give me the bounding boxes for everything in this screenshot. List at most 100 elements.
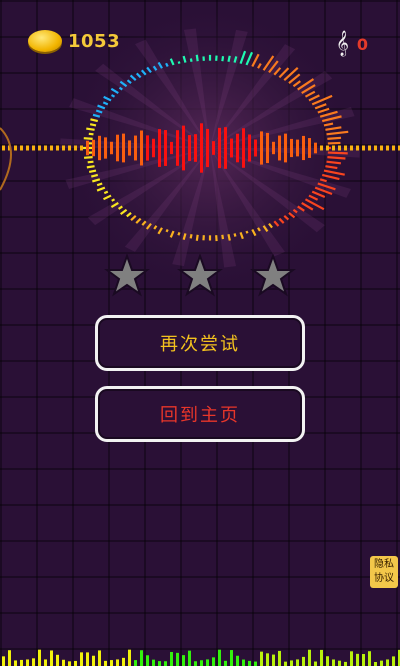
ring-bar (311, 190, 326, 199)
ring-bar (92, 178, 101, 183)
wave-bar (176, 130, 179, 166)
ring-bar (311, 94, 333, 106)
wave-bar (356, 145, 359, 151)
wave-bar (212, 141, 215, 155)
ring-bar (273, 67, 282, 76)
privacy-policy-button[interactable]: 隐私 协议 (370, 556, 398, 588)
bottom-wave-bar (248, 660, 251, 666)
light-ray (210, 29, 248, 148)
wave-bar (344, 145, 347, 151)
bottom-wave-bar (380, 660, 383, 666)
ring-bar (117, 205, 123, 210)
retry-button[interactable]: 再次尝试 (95, 315, 305, 371)
ring-bar (227, 55, 231, 62)
wave-bar (134, 135, 137, 161)
ring-bar (146, 66, 152, 74)
wave-bar (182, 125, 185, 171)
wave-bar (350, 145, 353, 151)
wave-bar (314, 142, 317, 154)
wave-bar (158, 129, 161, 167)
wave-bar (188, 135, 191, 161)
bottom-wave-bar (368, 651, 371, 666)
wave-bar (20, 145, 23, 151)
ring-bar (89, 123, 97, 127)
ring-bar (317, 107, 330, 114)
wave-bar (98, 135, 101, 161)
bottom-wave-bar (92, 655, 95, 666)
ring-bar (118, 86, 123, 91)
bottom-wave-bar (314, 661, 317, 666)
bottom-wave-bar (320, 649, 323, 666)
bottom-wave-bar (302, 656, 305, 666)
wave-bar (140, 130, 143, 166)
wave-bar (2, 145, 5, 151)
ring-bar (110, 94, 116, 98)
bottom-wave-bar (284, 661, 287, 666)
bottom-wave-bar (140, 650, 143, 666)
bottom-wave-bar (254, 661, 257, 666)
ring-bar (189, 234, 193, 239)
wave-bar (122, 133, 125, 163)
light-ray (210, 148, 325, 233)
ring-bar (304, 90, 316, 98)
bottom-wave-bar (44, 659, 47, 666)
ring-bar (221, 56, 225, 62)
light-ray (124, 148, 210, 252)
bottom-wave-bar (122, 657, 125, 666)
star-icon-3 (250, 254, 296, 297)
wave-bar (32, 145, 35, 151)
bottom-wave-bar (14, 660, 17, 666)
bottom-wave-bar (344, 661, 347, 666)
ring-bar (283, 215, 290, 221)
ring-bar (96, 186, 106, 192)
wave-bar (392, 145, 395, 151)
light-ray (210, 44, 296, 148)
home-button[interactable]: 回到主页 (95, 386, 305, 442)
visualizer-rays (60, 28, 360, 268)
ring-bar (319, 178, 327, 183)
privacy-label-line1: 隐私 (374, 559, 394, 570)
wave-bar (80, 145, 83, 151)
bottom-wave-bar (392, 656, 395, 666)
ring-bar (323, 122, 334, 127)
star-icon-1 (104, 254, 150, 297)
ring-bar (273, 220, 280, 227)
wave-bar (68, 145, 71, 151)
bottom-wave-bar (50, 650, 53, 666)
bottom-wave-bar (110, 660, 113, 666)
wave-bar (374, 145, 377, 151)
wave-bar (164, 130, 167, 166)
gold-coin-icon (28, 30, 62, 52)
wave-bar (254, 139, 257, 157)
light-ray (210, 70, 333, 148)
wave-bar (302, 135, 305, 161)
bottom-wave-bar (152, 659, 155, 666)
ring-bar (152, 65, 158, 71)
wave-bar (248, 134, 251, 162)
ring-bar (86, 165, 95, 169)
ring-bar (195, 54, 199, 62)
wave-bar (236, 133, 239, 163)
bottom-wave-bar (194, 661, 197, 666)
ring-bar (268, 222, 273, 229)
wave-bar (170, 141, 173, 155)
ring-bar (245, 230, 249, 234)
ring-bar (325, 126, 342, 131)
wave-bar (152, 138, 155, 158)
ring-bar (182, 233, 187, 241)
ring-bar (111, 198, 116, 202)
bottom-wave-bar (170, 651, 173, 666)
ring-bar (297, 205, 305, 212)
ring-bar (195, 234, 199, 241)
wave-bar (260, 131, 263, 165)
ring-bar (177, 231, 181, 236)
treble-clef-icon: 𝄞 (335, 31, 349, 56)
light-ray (183, 28, 210, 148)
bottom-wave-bar (86, 652, 89, 666)
bottom-wave-bar (74, 660, 77, 666)
star-rating (104, 254, 296, 297)
ring-bar (323, 169, 345, 176)
wave-bar (386, 145, 389, 151)
bottom-wave-bar (146, 655, 149, 666)
ring-bar (88, 169, 97, 174)
